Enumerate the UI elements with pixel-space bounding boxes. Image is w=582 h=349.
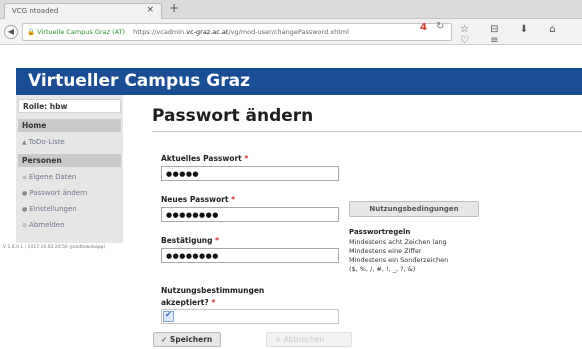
cancel-button[interactable]: × Abbrechen [266, 332, 352, 347]
sidebar-item-todo[interactable]: ▲ ToDo-Liste [22, 138, 65, 146]
title-divider [152, 131, 582, 132]
confirm-password-input[interactable]: ●●●●●●●● [161, 248, 339, 263]
check-icon: ✓ [161, 335, 168, 344]
required-marker: * [215, 236, 220, 245]
url-site-identity: Virtuelle Campus Graz (AT) [37, 28, 126, 36]
accept-terms-field [161, 309, 339, 324]
site-title: Virtueller Campus Graz [28, 71, 250, 91]
browser-tab[interactable]: VCG ntoaded × [4, 3, 162, 19]
browser-tab-bar: VCG ntoaded × + [0, 0, 582, 19]
required-marker: * [211, 298, 216, 307]
role-indicator: Rolle: hbw [18, 99, 121, 113]
save-button[interactable]: ✓ Speichern [153, 332, 221, 347]
new-password-input[interactable]: ●●●●●●●● [161, 207, 339, 222]
version-info: V 1.6.0.1 / 2017.10.03 20:56 (prodtoweba… [3, 245, 106, 250]
required-marker: * [244, 154, 249, 163]
accept-terms-checkbox[interactable]: ✔ [163, 310, 174, 322]
new-password-label: Neues Passwort * [161, 195, 236, 204]
page-title: Passwort ändern [152, 106, 314, 126]
accept-terms-label-line1: Nutzungsbestimmungen [161, 286, 265, 295]
notification-badge[interactable]: 4 [420, 22, 427, 33]
password-rule: Mindestens ein Sonderzeichen [349, 256, 449, 264]
gear-icon: ● [22, 206, 28, 213]
logout-icon: ⊘ [22, 222, 28, 229]
site-banner: Virtueller Campus Graz [16, 68, 582, 95]
confirm-password-label: Bestätigung * [161, 236, 220, 245]
key-icon: ● [22, 190, 28, 197]
accept-terms-label-line2: akzeptiert? * [161, 298, 216, 307]
sidebar-item-abmelden[interactable]: ⊘ Abmelden [22, 221, 65, 229]
sidebar: Rolle: hbw Home ▲ ToDo-Liste Personen ≡ Ei… [16, 95, 123, 243]
sidebar-item-passwort[interactable]: ● Passwort ändern [22, 189, 87, 197]
current-password-label: Aktuelles Passwort * [161, 154, 249, 163]
close-tab-icon[interactable]: × [146, 5, 154, 15]
lock-icon: 🔒 [27, 28, 36, 36]
list-icon: ≡ [22, 174, 28, 181]
terms-button[interactable]: Nutzungsbedingungen [349, 201, 479, 217]
back-arrow-icon[interactable]: ◀ [4, 25, 18, 39]
sidebar-heading-home[interactable]: Home [18, 119, 121, 132]
password-rule: Mindestens eine Ziffer [349, 247, 422, 255]
new-tab-icon[interactable]: + [169, 1, 179, 15]
password-rule: ($, %, /, #, !, _, ?, &) [349, 265, 416, 273]
sidebar-item-einstellungen[interactable]: ● Einstellungen [22, 205, 77, 213]
check-icon: ✔ [165, 310, 172, 319]
reload-icon[interactable]: ↻ [436, 21, 444, 32]
address-bar[interactable]: 🔒 Virtuelle Campus Graz (AT) https://vca… [22, 23, 452, 41]
warning-icon: ▲ [22, 139, 27, 146]
close-icon: × [275, 335, 282, 344]
browser-nav-bar: ◀ 🔒 Virtuelle Campus Graz (AT) https://v… [0, 19, 582, 46]
required-marker: * [231, 195, 236, 204]
current-password-input[interactable]: ●●●●● [161, 166, 339, 181]
url-text: https://vcadmin.vc-graz.ac.at/vg/mod-use… [133, 28, 349, 36]
toolbar-icons[interactable]: ☆ ⊟ ⬇ ⌂ ♡ ≡ [460, 24, 582, 46]
sidebar-item-eigene-daten[interactable]: ≡ Eigene Daten [22, 173, 76, 181]
tab-title: VCG ntoaded [12, 7, 59, 15]
password-rule: Mindestens acht Zeichen lang [349, 238, 447, 246]
password-rules-title: Passwortregeln [349, 228, 411, 236]
sidebar-heading-personen[interactable]: Personen [18, 154, 121, 167]
